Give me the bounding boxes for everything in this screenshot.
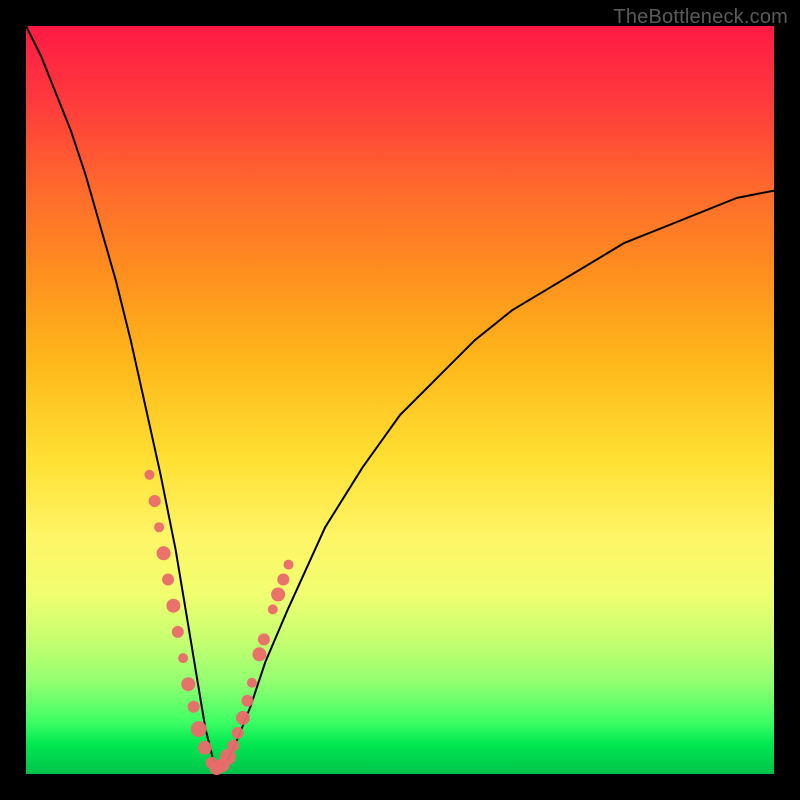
data-point (268, 604, 278, 614)
watermark-text: TheBottleneck.com (613, 6, 788, 29)
data-point (191, 721, 207, 737)
data-point (241, 695, 253, 707)
chart-frame: TheBottleneck.com (0, 0, 800, 800)
data-point (284, 560, 294, 570)
data-point (144, 470, 154, 480)
curve-layer (26, 26, 774, 774)
bottleneck-curve (26, 26, 774, 767)
data-point (232, 727, 244, 739)
data-point (258, 633, 270, 645)
data-point (227, 740, 239, 752)
data-point (198, 741, 212, 755)
data-point (181, 677, 195, 691)
data-point (236, 711, 250, 725)
data-point (154, 522, 164, 532)
data-point (271, 588, 285, 602)
data-point (247, 678, 257, 688)
plot-area (26, 26, 774, 774)
data-point (188, 701, 200, 713)
data-point (172, 626, 184, 638)
data-point (277, 574, 289, 586)
data-point (157, 546, 171, 560)
data-point (166, 599, 180, 613)
data-point (149, 495, 161, 507)
data-point (252, 647, 266, 661)
data-point (178, 653, 188, 663)
data-point (162, 574, 174, 586)
